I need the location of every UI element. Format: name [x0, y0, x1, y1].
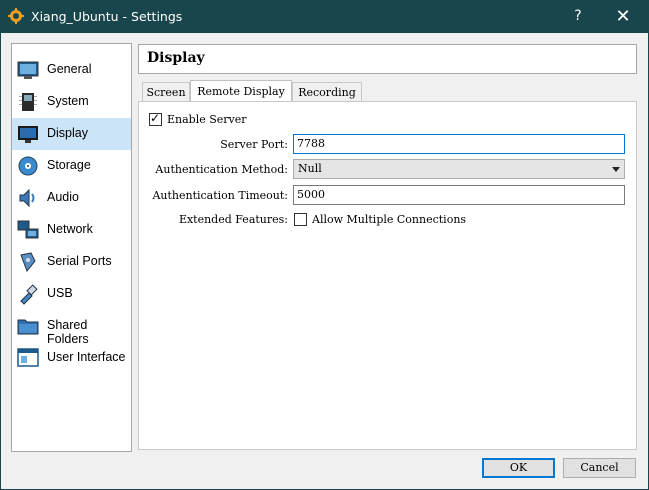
sidebar-item-audio[interactable]: Audio — [12, 182, 131, 214]
sidebar-item-usb[interactable]: USB — [12, 278, 131, 310]
auth-timeout-label: Authentication Timeout: — [152, 189, 288, 202]
sidebar-item-user-interface[interactable]: User Interface — [12, 342, 131, 374]
sidebar-item-label: Display — [47, 126, 88, 140]
sidebar-item-display[interactable]: Display — [12, 118, 131, 150]
enable-server-label: Enable Server — [167, 113, 247, 126]
auth-timeout-input[interactable]: 5000 — [293, 185, 625, 205]
page-header: Display — [138, 44, 637, 74]
server-port-input[interactable]: 7788 — [293, 134, 625, 154]
title-bar: Xiang_Ubuntu - Settings ? ✕ — [0, 0, 649, 33]
sidebar-item-network[interactable]: Network — [12, 214, 131, 246]
settings-window: General System Display Storage Audio Net… — [0, 33, 649, 490]
close-button[interactable]: ✕ — [611, 6, 635, 28]
tab-recording[interactable]: Recording — [292, 82, 362, 102]
auth-method-label: Authentication Method: — [155, 163, 288, 176]
sidebar-item-system[interactable]: System — [12, 86, 131, 118]
sidebar-item-label: System — [47, 94, 89, 108]
sidebar-item-label: Audio — [47, 190, 79, 204]
sidebar-item-label: Serial Ports — [47, 254, 112, 268]
general-icon — [17, 61, 39, 79]
storage-icon — [18, 156, 38, 176]
extended-features-label: Extended Features: — [178, 213, 288, 226]
network-icon — [17, 220, 39, 239]
sidebar-item-shared-folders[interactable]: Shared Folders — [12, 310, 131, 346]
user-interface-icon — [17, 348, 39, 367]
auth-method-select[interactable]: Null — [293, 159, 625, 179]
checkmark-icon: ✓ — [150, 111, 161, 125]
sidebar-item-label: Network — [47, 222, 93, 236]
auth-method-value: Null — [298, 162, 322, 175]
remote-display-panel: ✓ Enable Server Server Port: 7788 Authen… — [138, 101, 637, 450]
cancel-button[interactable]: Cancel — [563, 458, 636, 478]
sidebar-item-general[interactable]: General — [12, 54, 131, 86]
ok-button[interactable]: OK — [482, 458, 555, 478]
allow-multiple-connections-label: Allow Multiple Connections — [312, 213, 467, 226]
sidebar-item-label: General — [47, 62, 92, 76]
tab-screen[interactable]: Screen — [142, 82, 190, 102]
sidebar-item-serial-ports[interactable]: Serial Ports — [12, 246, 131, 278]
allow-multiple-connections-checkbox[interactable] — [294, 213, 307, 226]
sidebar-item-label: User Interface — [47, 350, 126, 364]
page-title: Display — [147, 50, 205, 66]
help-button[interactable]: ? — [568, 6, 588, 26]
shared-folders-icon — [17, 319, 39, 335]
enable-server-checkbox[interactable]: ✓ — [149, 111, 162, 126]
tab-remote-display[interactable]: Remote Display — [190, 80, 292, 103]
settings-sidebar: General System Display Storage Audio Net… — [11, 43, 132, 452]
serial-ports-icon — [20, 252, 36, 272]
server-port-label: Server Port: — [220, 138, 288, 151]
sidebar-item-label: Storage — [47, 158, 91, 172]
audio-icon — [19, 188, 35, 208]
usb-icon — [20, 284, 38, 305]
system-icon — [19, 93, 37, 111]
display-icon — [18, 126, 38, 143]
virtualbox-gear-icon — [8, 8, 24, 24]
sidebar-item-label: USB — [47, 286, 73, 300]
sidebar-item-storage[interactable]: Storage — [12, 150, 131, 182]
chevron-down-icon — [612, 167, 620, 172]
window-title: Xiang_Ubuntu - Settings — [31, 9, 183, 24]
